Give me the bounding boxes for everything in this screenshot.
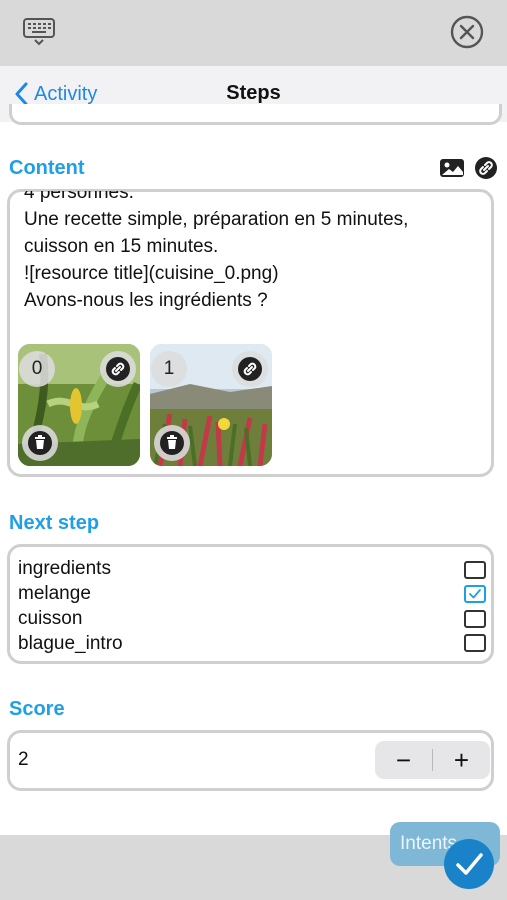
confirm-button[interactable] bbox=[444, 839, 494, 889]
next-step-label: ingredients bbox=[18, 558, 111, 579]
next-step-checkbox[interactable] bbox=[464, 610, 486, 628]
checkmark-icon bbox=[456, 853, 483, 875]
checkmark-icon bbox=[469, 589, 481, 599]
next-step-label: melange bbox=[18, 583, 91, 604]
next-step-checkbox[interactable] bbox=[464, 634, 486, 652]
trash-icon[interactable] bbox=[22, 425, 58, 461]
image-thumbnail-0[interactable]: 0 bbox=[18, 344, 140, 466]
link-icon[interactable] bbox=[475, 157, 497, 184]
keyboard-icon[interactable] bbox=[22, 16, 56, 46]
content-header: Content bbox=[9, 157, 85, 179]
image-index-badge: 0 bbox=[19, 351, 55, 387]
increment-button[interactable]: + bbox=[433, 741, 490, 779]
next-step-header: Next step bbox=[9, 512, 100, 534]
score-stepper: − + bbox=[375, 741, 490, 779]
close-icon[interactable] bbox=[450, 15, 484, 49]
next-step-label: blague_intro bbox=[18, 633, 123, 654]
decrement-button[interactable]: − bbox=[375, 741, 432, 779]
score-value: 2 bbox=[18, 749, 29, 770]
link-icon[interactable] bbox=[100, 351, 136, 387]
page-title: Steps bbox=[226, 82, 281, 104]
trash-icon[interactable] bbox=[154, 425, 190, 461]
next-step-checkbox[interactable] bbox=[464, 585, 486, 603]
next-step-checkbox[interactable] bbox=[464, 561, 486, 579]
image-index-badge: 1 bbox=[151, 351, 187, 387]
score-header: Score bbox=[9, 698, 65, 720]
top-bar bbox=[0, 0, 507, 66]
next-step-label: cuisson bbox=[18, 608, 83, 629]
content-line: Une recette simple, préparation en 5 min… bbox=[24, 209, 409, 230]
image-icon[interactable] bbox=[439, 158, 465, 183]
link-icon[interactable] bbox=[232, 351, 268, 387]
content-line: Avons-nous les ingrédients ? bbox=[24, 290, 268, 311]
image-thumbnail-1[interactable]: 1 bbox=[150, 344, 272, 466]
content-line: ![resource title](cuisine_0.png) bbox=[24, 263, 279, 284]
content-text[interactable]: 4 personnes. Une recette simple, prépara… bbox=[24, 191, 484, 331]
content-line: 4 personnes. bbox=[24, 191, 134, 203]
content-line: cuisson en 15 minutes. bbox=[24, 236, 219, 257]
previous-field bbox=[9, 104, 502, 125]
